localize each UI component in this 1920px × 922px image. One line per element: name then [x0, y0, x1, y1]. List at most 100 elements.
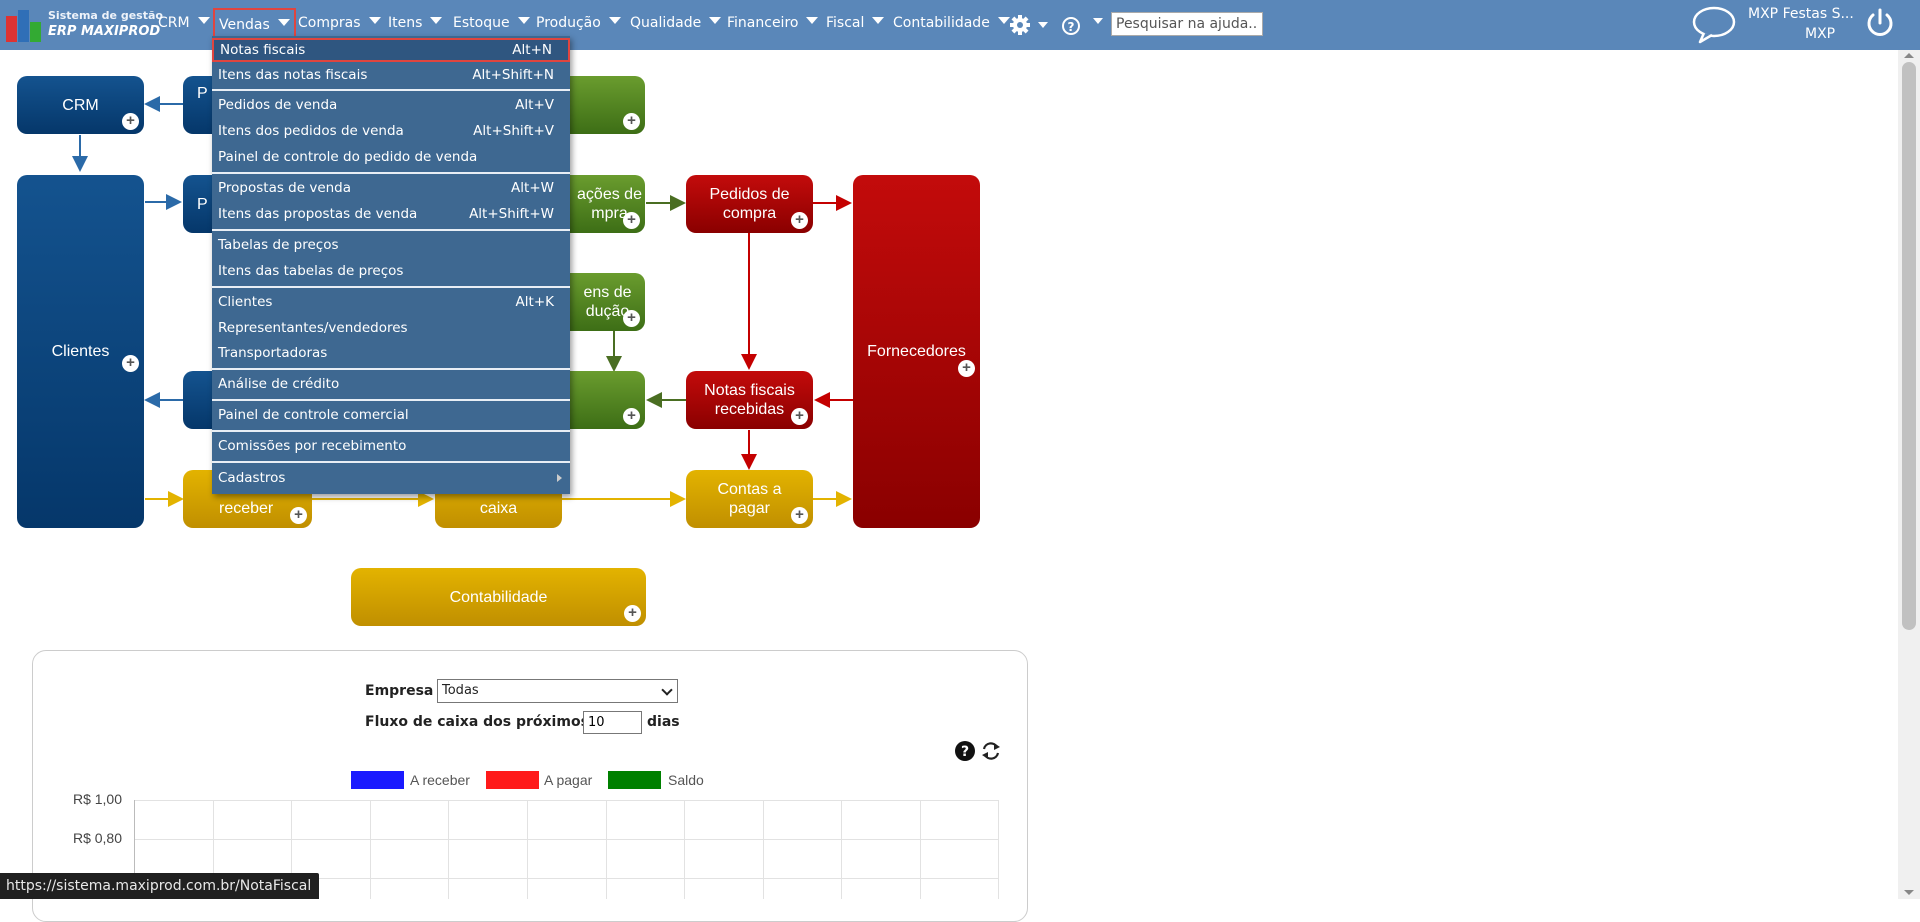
empresa-select-value: Todas [442, 683, 479, 698]
menu-item-itens-propostas-venda[interactable]: Itens das propostas de venda Alt+Shift+W [212, 202, 570, 226]
add-icon[interactable]: + [623, 113, 640, 130]
menu-item-pedidos-venda[interactable]: Pedidos de venda Alt+V [212, 93, 570, 117]
chat-button[interactable] [1690, 4, 1738, 46]
menu-item-painel-pedido-venda[interactable]: Painel de controle do pedido de venda [212, 145, 570, 169]
menu-item-itens-pedidos-venda[interactable]: Itens dos pedidos de venda Alt+Shift+V [212, 119, 570, 143]
menu-item-itens-notas-fiscais[interactable]: Itens das notas fiscais Alt+Shift+N [212, 63, 570, 87]
legend-label-saldo: Saldo [668, 772, 704, 788]
user-company-name[interactable]: MXP Festas S... [1748, 6, 1854, 22]
nav-estoque-label: Estoque [453, 15, 510, 31]
menu-item-comissoes-recebimento[interactable]: Comissões por recebimento [212, 434, 570, 458]
chevron-down-icon [661, 684, 673, 696]
menu-item-label: Painel de controle comercial [218, 407, 409, 423]
help-menu[interactable]: ? [1061, 12, 1105, 38]
legend-swatch-pagar [486, 771, 539, 789]
maxiprod-logo[interactable]: Sistema de gestão ERP MAXIPROD [6, 6, 163, 44]
y-tick-label: R$ 1,00 [72, 791, 122, 807]
menu-item-analise-credito[interactable]: Análise de crédito [212, 372, 570, 396]
workflow-p-top-label: P [197, 85, 208, 102]
add-icon[interactable]: + [791, 507, 808, 524]
scroll-up-icon[interactable] [1904, 53, 1914, 58]
workflow-fornecedores[interactable]: Fornecedores + [853, 175, 980, 528]
menu-item-tabelas-precos[interactable]: Tabelas de preços [212, 233, 570, 257]
menu-item-itens-tabelas-precos[interactable]: Itens das tabelas de preços [212, 259, 570, 283]
menu-item-representantes[interactable]: Representantes/vendedores [212, 316, 570, 340]
add-icon[interactable]: + [623, 310, 640, 327]
nav-fiscal[interactable]: Fiscal [822, 0, 888, 48]
workflow-contas-pagar-label: Contas a pagar [717, 481, 782, 517]
settings-menu[interactable] [1008, 12, 1048, 38]
user-menu[interactable]: MXP [1805, 26, 1843, 42]
nav-qualidade[interactable]: Qualidade [626, 0, 725, 48]
menu-item-label: Cadastros [218, 470, 286, 486]
add-icon[interactable]: + [122, 113, 139, 130]
add-icon[interactable]: + [791, 408, 808, 425]
nav-contabilidade[interactable]: Contabilidade [889, 0, 1014, 48]
workflow-estoque[interactable]: + [560, 371, 645, 429]
logout-button[interactable] [1864, 6, 1896, 40]
help-circle-icon: ? [955, 741, 975, 761]
workflow-p-mid-label: P [197, 195, 208, 213]
add-icon[interactable]: + [958, 360, 975, 377]
help-search-input[interactable] [1111, 12, 1263, 36]
workflow-crm[interactable]: CRM + [17, 76, 144, 134]
vertical-scrollbar[interactable] [1898, 50, 1920, 899]
menu-separator [212, 172, 570, 174]
menu-item-shortcut: Alt+K [515, 294, 554, 310]
workflow-contabilidade[interactable]: Contabilidade + [351, 568, 646, 626]
svg-text:?: ? [1068, 20, 1075, 34]
svg-text:?: ? [961, 744, 969, 760]
workflow-clientes[interactable]: Clientes + [17, 175, 144, 528]
menu-item-shortcut: Alt+V [515, 97, 554, 113]
chat-bubble-icon [1692, 6, 1736, 44]
menu-item-shortcut: Alt+W [511, 180, 554, 196]
menu-item-cadastros[interactable]: Cadastros [212, 466, 570, 490]
menu-item-label: Painel de controle do pedido de venda [218, 149, 478, 165]
chart-help-button[interactable]: ? [954, 740, 976, 762]
menu-item-shortcut: Alt+Shift+N [472, 67, 554, 83]
menu-item-painel-comercial[interactable]: Painel de controle comercial [212, 403, 570, 427]
workflow-crm-label: CRM [62, 96, 99, 114]
add-icon[interactable]: + [623, 408, 640, 425]
legend-swatch-saldo [608, 771, 661, 789]
workflow-ordens-producao[interactable]: ens de dução + [560, 273, 645, 331]
nav-financeiro[interactable]: Financeiro [723, 0, 822, 48]
add-icon[interactable]: + [122, 355, 139, 372]
workflow-pedidos-compra[interactable]: Pedidos de compra + [686, 175, 813, 233]
chart-refresh-button[interactable] [980, 740, 1002, 762]
menu-item-label: Transportadoras [218, 345, 328, 361]
menu-item-propostas-venda[interactable]: Propostas de venda Alt+W [212, 176, 570, 200]
add-icon[interactable]: + [624, 605, 641, 622]
menu-item-clientes[interactable]: Clientes Alt+K [212, 290, 570, 314]
workflow-solicitacoes-compra[interactable]: ações de mpra + [560, 175, 645, 233]
chevron-down-icon [197, 16, 210, 24]
workflow-box-green-top[interactable]: + [560, 76, 645, 134]
chevron-down-icon [368, 16, 381, 24]
dias-input[interactable] [583, 711, 642, 734]
workflow-contas-pagar[interactable]: Contas a pagar + [686, 470, 813, 528]
chevron-right-icon [557, 474, 562, 482]
add-icon[interactable]: + [290, 507, 307, 524]
menu-item-label: Notas fiscais [220, 42, 306, 58]
vendas-dropdown-menu: Notas fiscais Alt+N Itens das notas fisca… [212, 36, 570, 494]
scrollbar-thumb[interactable] [1902, 62, 1916, 630]
nav-contabilidade-label: Contabilidade [893, 15, 990, 31]
chevron-down-icon [277, 18, 290, 26]
y-tick-label: R$ 0,80 [72, 830, 122, 846]
nav-crm[interactable]: CRM [154, 0, 214, 48]
workflow-clientes-label: Clientes [51, 343, 110, 360]
nav-crm-label: CRM [158, 15, 190, 31]
nav-itens-label: Itens [388, 15, 423, 31]
menu-item-transportadoras[interactable]: Transportadoras [212, 341, 570, 365]
add-icon[interactable]: + [623, 212, 640, 229]
menu-item-notas-fiscais[interactable]: Notas fiscais Alt+N [212, 38, 570, 62]
scroll-down-icon[interactable] [1904, 890, 1914, 895]
menu-item-shortcut: Alt+Shift+W [469, 206, 554, 222]
power-icon [1867, 8, 1893, 36]
workflow-notas-recebidas[interactable]: Notas fiscais recebidas + [686, 371, 813, 429]
add-icon[interactable]: + [791, 212, 808, 229]
menu-separator [212, 430, 570, 432]
menu-item-label: Tabelas de preços [218, 237, 339, 253]
maxiprod-logo-icon [6, 8, 42, 42]
empresa-select[interactable]: Todas [437, 679, 678, 703]
